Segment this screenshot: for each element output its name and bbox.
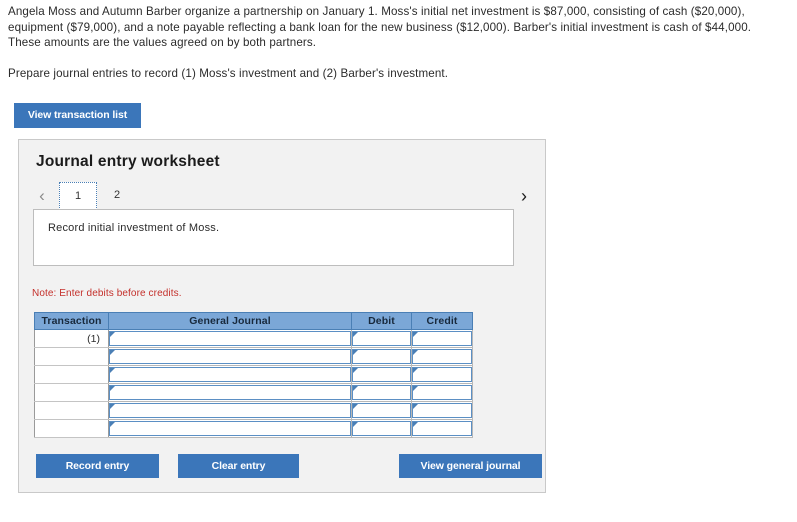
table-row: [34, 419, 473, 438]
column-header-debit: Debit: [351, 312, 412, 330]
worksheet-tab-strip: ‹ 1 2 ›: [33, 182, 533, 210]
entry-description-box: Record initial investment of Moss.: [33, 209, 514, 266]
general-journal-cell[interactable]: [108, 365, 352, 384]
credit-cell[interactable]: [411, 383, 473, 402]
debit-cell[interactable]: [351, 401, 412, 420]
problem-statement: Angela Moss and Autumn Barber organize a…: [8, 4, 778, 81]
view-general-journal-button[interactable]: View general journal: [399, 454, 542, 478]
table-header-row: Transaction General Journal Debit Credit: [34, 312, 473, 330]
debit-cell[interactable]: [351, 419, 412, 438]
credit-input[interactable]: [412, 421, 472, 436]
debit-cell[interactable]: [351, 347, 412, 366]
column-header-credit: Credit: [411, 312, 473, 330]
general-journal-input[interactable]: [109, 367, 351, 382]
transaction-number-cell: [34, 365, 109, 384]
journal-entry-worksheet-panel: Journal entry worksheet ‹ 1 2 › Record i…: [18, 139, 546, 493]
credit-input[interactable]: [412, 403, 472, 418]
debit-input[interactable]: [352, 331, 411, 346]
credit-cell[interactable]: [411, 419, 473, 438]
tab-entry-2[interactable]: 2: [105, 182, 129, 209]
transaction-number-cell: [34, 383, 109, 402]
column-header-transaction: Transaction: [34, 312, 109, 330]
table-row: [34, 383, 473, 402]
debit-cell[interactable]: [351, 383, 412, 402]
debit-input[interactable]: [352, 421, 411, 436]
debit-cell[interactable]: [351, 329, 412, 348]
view-transaction-list-button[interactable]: View transaction list: [14, 103, 141, 128]
debit-input[interactable]: [352, 367, 411, 382]
entry-description-text: Record initial investment of Moss.: [48, 222, 220, 234]
table-row: [34, 365, 473, 384]
general-journal-cell[interactable]: [108, 329, 352, 348]
journal-entry-table: Transaction General Journal Debit Credit…: [34, 312, 473, 438]
general-journal-input[interactable]: [109, 403, 351, 418]
credit-input[interactable]: [412, 349, 472, 364]
general-journal-cell[interactable]: [108, 419, 352, 438]
credit-input[interactable]: [412, 385, 472, 400]
debits-before-credits-note: Note: Enter debits before credits.: [32, 288, 182, 299]
credit-input[interactable]: [412, 331, 472, 346]
panel-title: Journal entry worksheet: [36, 153, 220, 170]
debit-cell[interactable]: [351, 365, 412, 384]
credit-input[interactable]: [412, 367, 472, 382]
chevron-left-icon[interactable]: ‹: [33, 182, 51, 210]
debit-input[interactable]: [352, 403, 411, 418]
general-journal-input[interactable]: [109, 421, 351, 436]
column-header-general-journal: General Journal: [108, 312, 352, 330]
table-row: [34, 401, 473, 420]
chevron-right-icon[interactable]: ›: [515, 182, 533, 210]
transaction-number-cell: [34, 419, 109, 438]
transaction-number-cell: (1): [34, 329, 109, 348]
transaction-number-cell: [34, 347, 109, 366]
problem-paragraph-2: Prepare journal entries to record (1) Mo…: [8, 66, 449, 80]
credit-cell[interactable]: [411, 329, 473, 348]
transaction-number-cell: [34, 401, 109, 420]
general-journal-input[interactable]: [109, 349, 351, 364]
debit-input[interactable]: [352, 385, 411, 400]
general-journal-cell[interactable]: [108, 347, 352, 366]
credit-cell[interactable]: [411, 347, 473, 366]
problem-paragraph-1: Angela Moss and Autumn Barber organize a…: [8, 5, 752, 50]
debit-input[interactable]: [352, 349, 411, 364]
credit-cell[interactable]: [411, 401, 473, 420]
clear-entry-button[interactable]: Clear entry: [178, 454, 299, 478]
general-journal-input[interactable]: [109, 331, 351, 346]
credit-cell[interactable]: [411, 365, 473, 384]
table-row: (1): [34, 329, 473, 348]
general-journal-cell[interactable]: [108, 401, 352, 420]
general-journal-cell[interactable]: [108, 383, 352, 402]
general-journal-input[interactable]: [109, 385, 351, 400]
table-row: [34, 347, 473, 366]
record-entry-button[interactable]: Record entry: [36, 454, 159, 478]
tab-entry-1[interactable]: 1: [59, 182, 97, 210]
